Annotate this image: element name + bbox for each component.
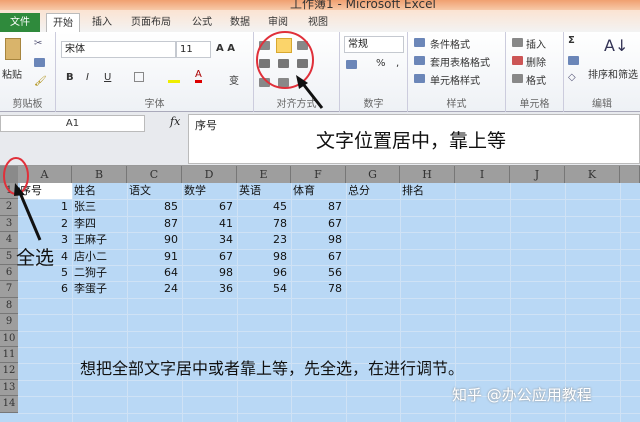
- watermark: 知乎 @办公应用教程: [452, 386, 592, 404]
- arrow-select-all: [16, 187, 42, 241]
- annotation-instruction: 想把全部文字居中或者靠上等，先全选，在进行调节。: [80, 359, 465, 378]
- annotation-select-all: 全选: [16, 247, 55, 269]
- annotation-align: 文字位置居中，靠上等: [316, 130, 507, 152]
